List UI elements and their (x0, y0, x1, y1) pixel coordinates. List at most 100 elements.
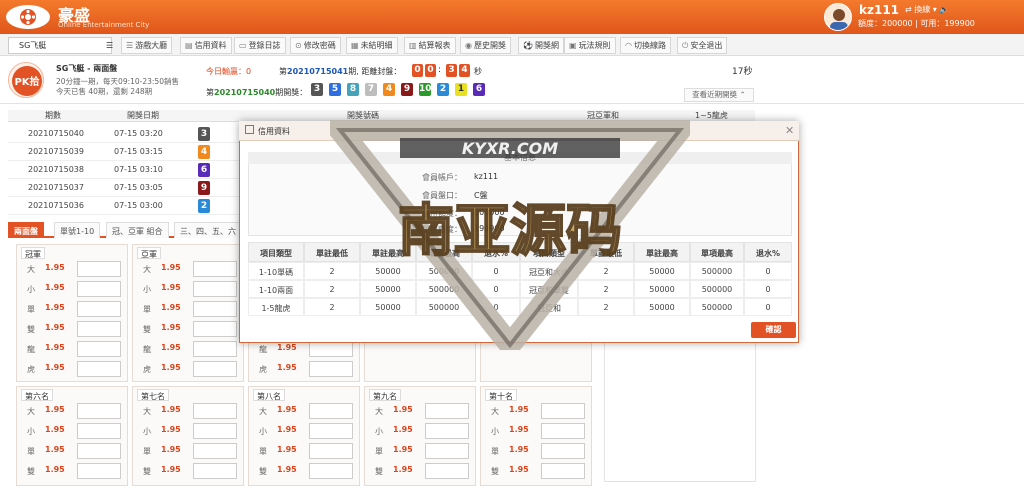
credit-label: 額度： (858, 19, 882, 28)
bet-amount-input[interactable] (193, 261, 237, 277)
nav-item-rules[interactable]: ▣ 玩法規則 (564, 37, 616, 54)
bet-amount-input[interactable] (77, 301, 121, 317)
bet-row: 大 1.95 (17, 259, 129, 279)
issue-prefix: 第 (279, 67, 287, 76)
result-ball: 5 (329, 83, 341, 96)
bet-amount-input[interactable] (77, 443, 121, 459)
list-check-icon: ▦ (351, 41, 359, 50)
tab-champion-combo[interactable]: 冠、亞軍 組合 (106, 222, 169, 238)
bet-amount-input[interactable] (309, 423, 353, 439)
bet-amount-input[interactable] (309, 463, 353, 479)
bet-label: 雙 (491, 467, 499, 476)
tab-two-sides[interactable]: 兩面盤 (8, 222, 44, 238)
bet-panel-ninth: 第九名 大 1.95 小 1.95 單 1.95 雙 1.95 (364, 386, 476, 486)
svg-text:PK拾: PK拾 (14, 75, 39, 88)
bet-row: 龍 1.95 (17, 339, 129, 359)
bet-amount-input[interactable] (541, 423, 585, 439)
basic-info-title: 基本信息 (248, 152, 792, 164)
bet-amount-input[interactable] (77, 341, 121, 357)
bet-panel-runner-up: 亞軍 大 1.95 小 1.95 單 1.95 雙 1.95 龍 1.95 虎 1.95 (132, 244, 244, 382)
result-ball: 4 (383, 83, 395, 96)
bet-odds: 1.95 (393, 425, 413, 434)
bet-amount-input[interactable] (77, 321, 121, 337)
field-value: kz111 (474, 172, 499, 181)
history-date: 07-15 03:15 (114, 147, 163, 156)
bet-label: 小 (375, 427, 383, 436)
bet-amount-input[interactable] (77, 281, 121, 297)
tab-single-number[interactable]: 單號1-10 (54, 222, 101, 238)
nav-item-label: 開獎網 (534, 41, 559, 50)
countdown-digit: 0 (412, 64, 423, 77)
bet-amount-input[interactable] (193, 341, 237, 357)
bet-amount-input[interactable] (193, 423, 237, 439)
bet-amount-input[interactable] (425, 443, 469, 459)
bet-label: 大 (27, 265, 35, 274)
bet-amount-input[interactable] (425, 463, 469, 479)
nav-item-password[interactable]: ⊙ 修改密碼 (290, 37, 341, 54)
bet-amount-input[interactable] (425, 403, 469, 419)
bet-panel-title: 第十名 (485, 389, 517, 401)
bet-amount-input[interactable] (77, 463, 121, 479)
nav-item-report[interactable]: ▥ 結算報表 (404, 37, 456, 54)
bet-amount-input[interactable] (541, 463, 585, 479)
bet-amount-input[interactable] (77, 361, 121, 377)
bet-row: 小 1.95 (17, 421, 129, 441)
nav-item-label: 未結明細 (360, 41, 393, 50)
game-select[interactable]: SG飞艇 ☰ (8, 37, 113, 54)
bet-odds: 1.95 (161, 263, 181, 272)
bet-panel-tenth: 第十名 大 1.95 小 1.95 單 1.95 雙 1.95 (480, 386, 592, 486)
bet-amount-input[interactable] (193, 403, 237, 419)
bet-amount-input[interactable] (77, 403, 121, 419)
close-icon[interactable]: ✕ (785, 124, 794, 137)
bet-label: 虎 (27, 365, 35, 374)
bet-amount-input[interactable] (193, 463, 237, 479)
nav-item-switch-line[interactable]: ◠ 切換線路 (620, 37, 671, 54)
limit-header: 單註最高 (360, 242, 416, 262)
bet-label: 龍 (259, 345, 267, 354)
bet-amount-input[interactable] (309, 403, 353, 419)
bet-odds: 1.95 (161, 425, 181, 434)
lock-icon: ⊙ (295, 41, 302, 50)
bet-panel-title: 第九名 (369, 389, 401, 401)
nav-item-lobby[interactable]: ☰ 游戲大廳 (121, 37, 173, 54)
bet-amount-input[interactable] (309, 361, 353, 377)
bet-odds: 1.95 (45, 363, 65, 372)
nav-item-login-log[interactable]: ▭ 登錄日誌 (234, 37, 286, 54)
list-icon: ☰ (126, 41, 134, 50)
bet-label: 虎 (259, 365, 267, 374)
basic-info-box (248, 152, 792, 236)
bet-label: 雙 (27, 325, 35, 334)
tab-three-to-six[interactable]: 三、四、五、六 (174, 222, 242, 238)
bet-odds: 1.95 (45, 343, 65, 352)
nav-item-credit[interactable]: ▤ 信用資料 (180, 37, 232, 54)
bet-odds: 1.95 (393, 465, 413, 474)
bet-label: 大 (259, 407, 267, 416)
bet-amount-input[interactable] (309, 341, 353, 357)
confirm-button[interactable]: 確認 (751, 322, 796, 338)
bet-amount-input[interactable] (77, 261, 121, 277)
bet-amount-input[interactable] (425, 423, 469, 439)
limit-cell: 2 (578, 298, 634, 316)
bet-amount-input[interactable] (541, 403, 585, 419)
nav-item-history[interactable]: ◉ 歷史開獎 (460, 37, 511, 54)
bet-label: 單 (375, 447, 383, 456)
switch-line-button[interactable]: ⇄ 換線 ▾ 🔈 (905, 4, 949, 15)
nav-item-draw-site[interactable]: ⚽ 開獎網 (518, 37, 564, 54)
bet-amount-input[interactable] (309, 443, 353, 459)
bet-amount-input[interactable] (193, 361, 237, 377)
bet-amount-input[interactable] (77, 423, 121, 439)
bet-label: 雙 (143, 467, 151, 476)
bet-amount-input[interactable] (193, 301, 237, 317)
bet-row: 虎 1.95 (133, 359, 245, 379)
recent-results-button[interactable]: 查看近期開獎 ⌃ (684, 88, 754, 102)
username: kz111 (859, 3, 900, 17)
limit-header: 單註最低 (578, 242, 634, 262)
bet-amount-input[interactable] (541, 443, 585, 459)
bet-amount-input[interactable] (193, 321, 237, 337)
bet-amount-input[interactable] (193, 443, 237, 459)
nav-item-logout[interactable]: ⏻ 安全退出 (677, 37, 728, 54)
bet-odds: 1.95 (509, 445, 529, 454)
nav-item-unsettled[interactable]: ▦ 未結明細 (346, 37, 398, 54)
limit-cell: 2 (304, 280, 360, 298)
bet-amount-input[interactable] (193, 281, 237, 297)
